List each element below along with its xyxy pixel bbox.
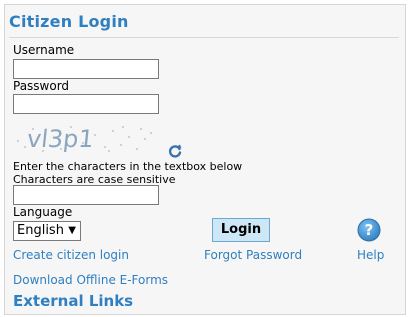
citizen-login-title: Citizen Login — [9, 12, 129, 31]
username-input[interactable] — [13, 59, 159, 79]
chevron-down-icon: ▼ — [68, 225, 76, 236]
captcha-image: vl3p1 — [13, 121, 157, 155]
captcha-text: vl3p1 — [26, 125, 96, 153]
help-icon[interactable]: ? — [357, 218, 381, 242]
language-select[interactable]: English ▼ — [13, 221, 81, 241]
password-label: Password — [13, 79, 70, 93]
captcha-instructions: Enter the characters in the textbox belo… — [13, 160, 243, 173]
login-button[interactable]: Login — [212, 218, 270, 242]
create-citizen-login-link[interactable]: Create citizen login — [13, 248, 129, 262]
username-label: Username — [13, 43, 75, 57]
external-links-heading: External Links — [13, 292, 134, 310]
forgot-password-link[interactable]: Forgot Password — [204, 248, 302, 262]
title-divider — [9, 37, 399, 38]
refresh-captcha-icon[interactable] — [167, 143, 183, 159]
language-label: Language — [13, 205, 73, 219]
download-offline-eforms-link[interactable]: Download Offline E-Forms — [13, 273, 168, 287]
language-selected-value: English — [17, 223, 64, 238]
svg-text:?: ? — [365, 221, 374, 239]
password-input[interactable] — [13, 94, 159, 114]
captcha-input[interactable] — [13, 185, 159, 205]
help-link[interactable]: Help — [357, 248, 384, 262]
